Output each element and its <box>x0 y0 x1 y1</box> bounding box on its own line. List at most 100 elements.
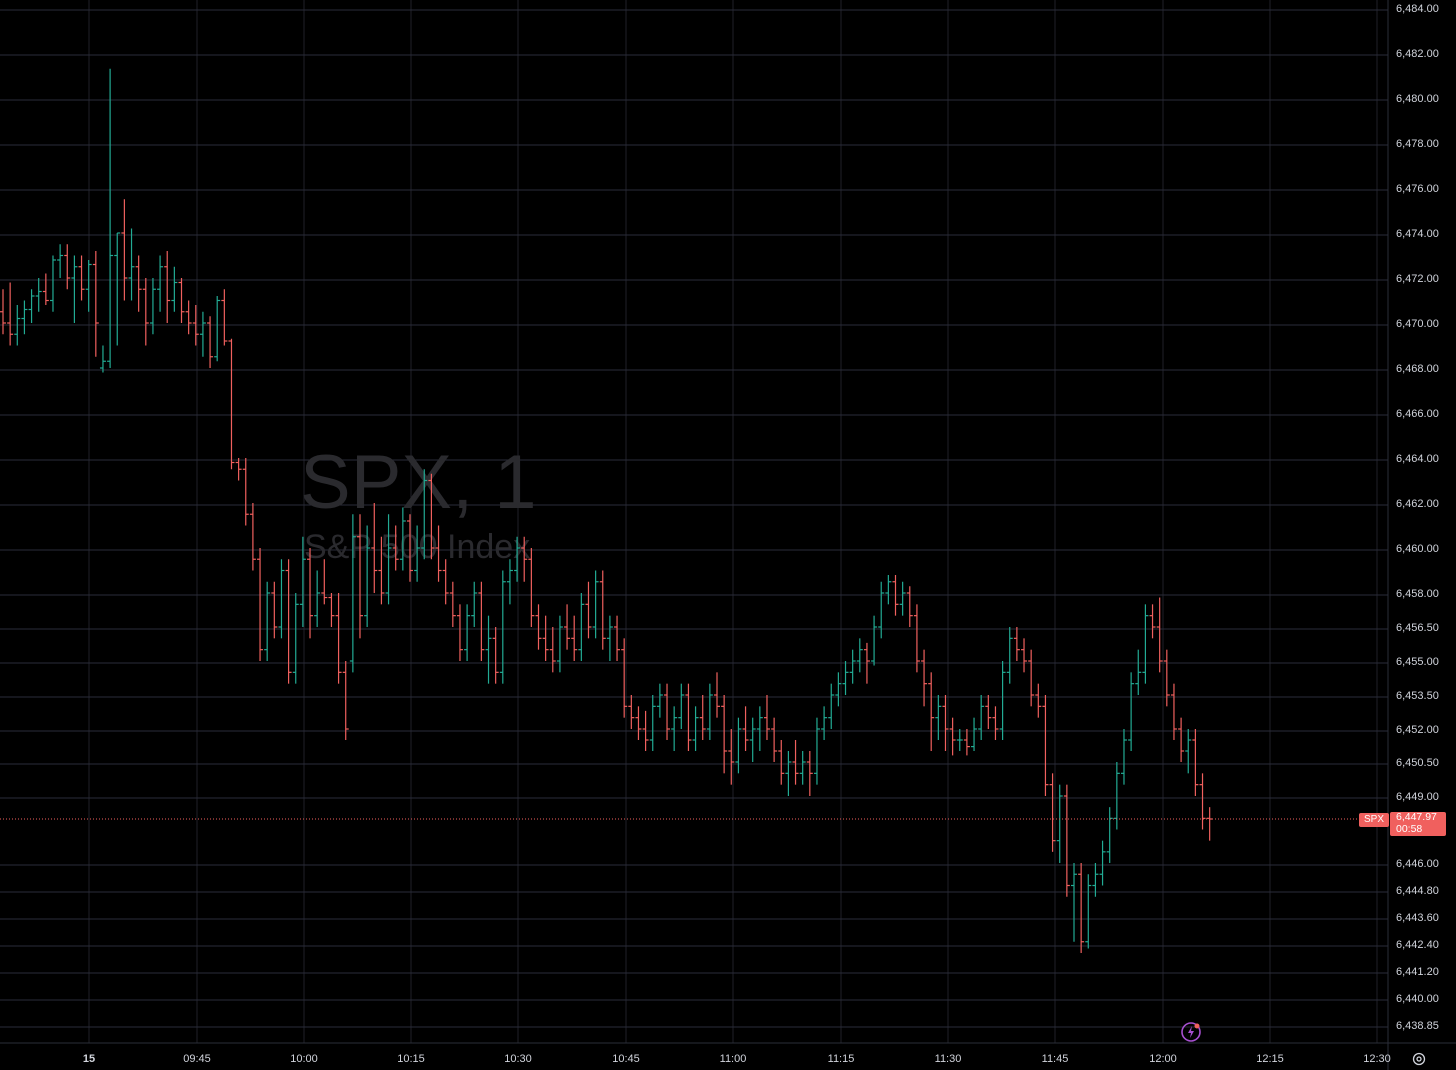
ohlc-bar <box>1056 784 1063 863</box>
x-tick-label: 11:30 <box>935 1053 962 1065</box>
ohlc-bar <box>906 586 913 627</box>
ohlc-bar <box>649 695 656 751</box>
y-tick-label: 6,476.00 <box>1396 183 1439 195</box>
ohlc-bar <box>528 548 535 627</box>
ohlc-bar <box>7 282 14 346</box>
ohlc-bar <box>49 255 56 312</box>
y-tick-label: 6,449.00 <box>1396 791 1439 803</box>
ohlc-bar <box>1163 649 1170 707</box>
gear-icon[interactable] <box>1410 1050 1428 1068</box>
y-tick-label: 6,442.40 <box>1396 939 1439 951</box>
ohlc-bar <box>107 68 114 368</box>
y-tick-label: 6,446.00 <box>1396 858 1439 870</box>
ohlc-bar <box>671 706 678 751</box>
ohlc-bar <box>199 311 206 357</box>
y-tick-label: 6,466.00 <box>1396 408 1439 420</box>
ohlc-bar <box>835 672 842 707</box>
ohlc-bar <box>664 683 671 740</box>
ohlc-bar <box>1042 695 1049 796</box>
ohlc-bar <box>599 570 606 650</box>
ohlc-bar <box>214 296 221 362</box>
x-tick-label: 10:15 <box>397 1053 425 1065</box>
y-tick-label: 6,470.00 <box>1396 318 1439 330</box>
ohlc-bar <box>856 638 863 673</box>
y-tick-label: 6,478.00 <box>1396 138 1439 150</box>
watermark-title: SPX, 1 <box>300 440 537 525</box>
ohlc-bar <box>606 615 613 661</box>
ohlc-bar <box>928 672 935 751</box>
ohlc-bar <box>506 559 513 605</box>
ohlc-bar <box>1071 863 1077 942</box>
ohlc-bar <box>706 683 713 740</box>
ohlc-bar <box>1142 604 1149 684</box>
lightning-icon[interactable] <box>1180 1021 1202 1043</box>
ohlc-bar <box>249 503 256 571</box>
ohlc-bar <box>778 740 785 785</box>
ohlc-bar <box>813 717 820 785</box>
ohlc-bar <box>1063 784 1070 897</box>
ohlc-bar <box>1006 627 1013 684</box>
ohlc-bar <box>556 615 563 673</box>
ohlc-bar <box>871 615 878 666</box>
ohlc-bar <box>699 695 706 740</box>
ohlc-bar <box>1078 863 1085 953</box>
ohlc-bar <box>614 615 621 661</box>
ohlc-bar <box>207 316 214 368</box>
ohlc-bar <box>1185 729 1192 774</box>
ohlc-bar <box>235 458 242 481</box>
ohlc-bar <box>328 593 335 627</box>
ohlc-bar <box>342 661 349 740</box>
ohlc-bar <box>1192 729 1199 796</box>
ohlc-bar <box>178 278 185 323</box>
ohlc-bar <box>714 672 720 718</box>
x-tick-label: 11:15 <box>828 1053 855 1065</box>
y-tick-label: 6,484.00 <box>1396 3 1439 15</box>
ohlc-bar <box>842 661 849 695</box>
ohlc-bar <box>913 604 920 673</box>
ohlc-bar <box>478 581 485 661</box>
last-price-value: 6,447.97 <box>1396 811 1437 823</box>
ohlc-bar <box>1120 729 1127 785</box>
ohlc-bar <box>549 627 556 673</box>
y-tick-label: 6,443.60 <box>1396 912 1439 924</box>
ohlc-bar <box>221 289 228 346</box>
ohlc-bar <box>28 289 35 323</box>
ohlc-bar <box>1021 638 1028 673</box>
y-tick-label: 6,452.00 <box>1396 724 1439 736</box>
ohlc-bar <box>492 627 499 684</box>
ohlc-bar <box>57 244 64 278</box>
y-tick-label: 6,458.00 <box>1396 588 1439 600</box>
ohlc-bar <box>499 570 506 684</box>
ohlc-bar <box>128 228 135 301</box>
ohlc-bar <box>721 695 728 774</box>
ohlc-bar <box>171 266 178 312</box>
ohlc-bar <box>314 570 321 627</box>
y-tick-label: 6,472.00 <box>1396 273 1439 285</box>
ohlc-bar <box>464 604 471 661</box>
ohlc-bar <box>271 581 278 639</box>
ohlc-bar <box>849 649 856 684</box>
ohlc-bar <box>21 300 28 335</box>
ohlc-bar <box>792 740 799 785</box>
x-tick-label: 11:00 <box>720 1053 747 1065</box>
x-tick-label: 10:30 <box>504 1053 532 1065</box>
ohlc-bar <box>42 273 49 305</box>
ohlc-bar <box>1135 649 1142 695</box>
chart[interactable]: SPX, 1 S&P 500 Index 6,484.00 6,482.00 6,480… <box>0 0 1456 1070</box>
ohlc-bar <box>885 575 892 605</box>
ohlc-bar <box>1178 717 1185 762</box>
x-tick-label: 11:45 <box>1042 1053 1069 1065</box>
bar-countdown: 00:58 <box>1396 822 1423 835</box>
chart-svg[interactable]: SPX, 1S&P 500 Index6,484.006,482.006,480… <box>0 0 1456 1070</box>
ohlc-bar <box>142 278 149 346</box>
ohlc-bar <box>585 581 592 639</box>
ohlc-bar <box>121 199 128 301</box>
ohlc-bar <box>878 581 885 639</box>
ohlc-bar <box>1149 604 1156 639</box>
ohlc-bar <box>999 661 1006 740</box>
y-tick-label: 6,480.00 <box>1396 93 1439 105</box>
ohlc-bar <box>628 695 635 729</box>
ohlc-bar <box>578 593 585 661</box>
ohlc-bar <box>99 345 106 373</box>
ohlc-bar <box>1106 807 1113 863</box>
